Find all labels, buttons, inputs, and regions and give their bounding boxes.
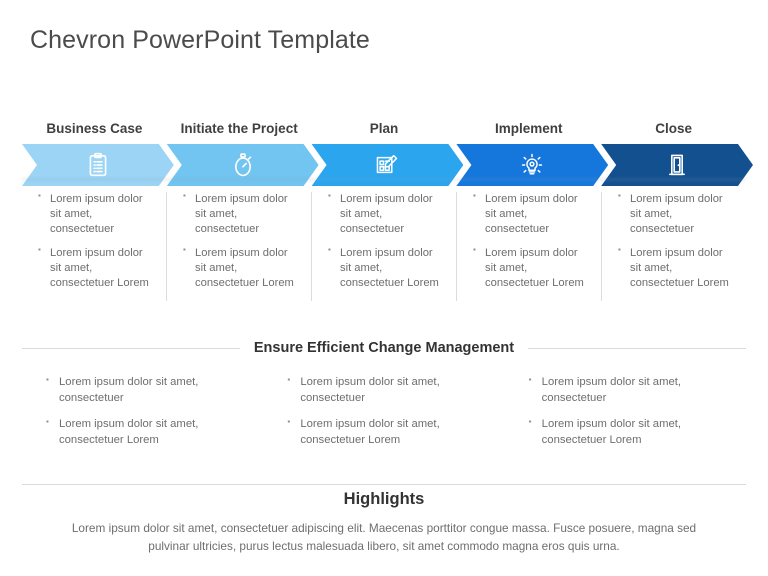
list-item: Lorem ipsum dolor sit amet, consectetuer… xyxy=(473,245,591,290)
list-item: Lorem ipsum dolor sit amet, consectetuer… xyxy=(618,245,736,290)
list-item: Lorem ipsum dolor sit amet, consectetuer… xyxy=(46,416,253,448)
chevron-label-1: Business Case xyxy=(46,121,143,137)
change-management-column-2: Lorem ipsum dolor sit amet, consectetuer… xyxy=(263,374,504,459)
lightbulb-icon xyxy=(519,152,545,178)
list-item: Lorem ipsum dolor sit amet, consectetuer… xyxy=(529,416,736,448)
highlights-body: Lorem ipsum dolor sit amet, consectetuer… xyxy=(71,521,697,553)
change-management-heading: Ensure Efficient Change Management xyxy=(253,340,515,356)
door-icon xyxy=(664,152,690,178)
step-detail-columns: Lorem ipsum dolor sit amet, consectetuer… xyxy=(22,191,746,301)
page-title: Chevron PowerPoint Template xyxy=(30,26,370,54)
list-item: Lorem ipsum dolor sit amet, consectetuer… xyxy=(328,245,446,290)
change-management-column-3: Lorem ipsum dolor sit amet, consectetuer… xyxy=(505,374,746,459)
divider-left xyxy=(22,347,240,349)
chevron-shadow xyxy=(22,178,746,183)
chevron-process: Business Case Initiate the Project Plan … xyxy=(22,92,746,186)
list-item: Lorem ipsum dolor sit amet, consectetuer xyxy=(618,191,736,236)
list-item: Lorem ipsum dolor sit amet, consectetuer xyxy=(183,191,301,236)
list-item: Lorem ipsum dolor sit amet, consectetuer xyxy=(38,191,156,236)
highlights-heading: Highlights xyxy=(343,490,425,508)
chevron-label-3: Plan xyxy=(369,121,399,137)
step-detail-column-2: Lorem ipsum dolor sit amet, consectetuer… xyxy=(167,191,312,301)
stopwatch-icon xyxy=(230,152,256,178)
blueprint-icon xyxy=(374,152,400,178)
list-item: Lorem ipsum dolor sit amet, consectetuer… xyxy=(38,245,156,290)
step-detail-column-3: Lorem ipsum dolor sit amet, consectetuer… xyxy=(312,191,457,301)
chevron-label-5: Close xyxy=(655,121,692,137)
highlights-divider xyxy=(22,484,746,485)
list-item: Lorem ipsum dolor sit amet, consectetuer xyxy=(529,374,736,406)
change-management-column-1: Lorem ipsum dolor sit amet, consectetuer… xyxy=(22,374,263,459)
list-item: Lorem ipsum dolor sit amet, consectetuer… xyxy=(287,416,494,448)
change-management-columns: Lorem ipsum dolor sit amet, consectetuer… xyxy=(22,374,746,459)
list-item: Lorem ipsum dolor sit amet, consectetuer xyxy=(287,374,494,406)
list-item: Lorem ipsum dolor sit amet, consectetuer xyxy=(46,374,253,406)
list-item: Lorem ipsum dolor sit amet, consectetuer xyxy=(328,191,446,236)
divider-right xyxy=(528,347,746,349)
clipboard-icon xyxy=(85,152,111,178)
chevron-step-labels: Business Case Initiate the Project Plan … xyxy=(22,92,746,138)
list-item: Lorem ipsum dolor sit amet, consectetuer… xyxy=(183,245,301,290)
slide-canvas: Chevron PowerPoint Template Business Cas… xyxy=(0,0,768,576)
step-detail-column-1: Lorem ipsum dolor sit amet, consectetuer… xyxy=(22,191,167,301)
list-item: Lorem ipsum dolor sit amet, consectetuer xyxy=(473,191,591,236)
change-management-header: Ensure Efficient Change Management xyxy=(22,340,746,356)
chevron-label-4: Implement xyxy=(495,121,563,137)
step-detail-column-5: Lorem ipsum dolor sit amet, consectetuer… xyxy=(602,191,746,301)
chevron-label-2: Initiate the Project xyxy=(180,121,298,137)
step-detail-column-4: Lorem ipsum dolor sit amet, consectetuer… xyxy=(457,191,602,301)
